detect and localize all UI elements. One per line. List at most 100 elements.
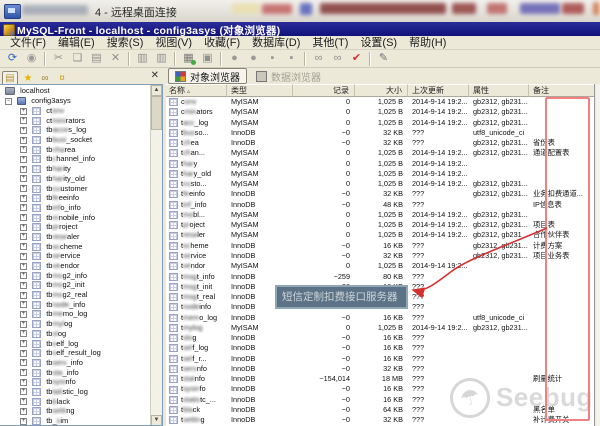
tree-item[interactable]: + tb_sim [0,416,150,426]
table-row[interactable]: tmobl... MyISAM 0 1,025 B 2014-9-14 19:2… [166,210,595,220]
table-row[interactable]: tstatnfo InnoDB ~154,014 18 MB ??? 刷量统计 [166,374,595,384]
expand-icon[interactable]: + [20,214,27,221]
table-row[interactable]: tsetting InnoDB ~0 32 KB ??? 补计费开关 [166,415,595,425]
expand-icon[interactable]: + [20,195,27,202]
menu-settings[interactable]: 设置(S) [354,36,403,50]
expand-icon[interactable]: + [20,185,27,192]
copy-icon[interactable]: ❏ [69,51,86,66]
table-row[interactable]: tbusso... InnoDB ~0 32 KB ??? utf8_unico… [166,128,595,138]
table-row[interactable]: tservice InnoDB ~0 32 KB ??? gb2312, gb2… [166,251,595,261]
refresh-icon[interactable]: ⟳ [4,51,21,66]
tree-item[interactable]: + tbchannel_info [0,154,150,164]
table-row[interactable]: conv MyISAM 0 1,025 B 2014-9-14 19:2... … [166,97,595,107]
import-icon[interactable]: ▥ [153,51,170,66]
tab-object-browser[interactable]: 对象浏览器 [168,68,247,84]
table-row[interactable]: tblack InnoDB ~0 64 KB ??? 黑名单 [166,405,595,415]
table-row[interactable]: tfeeinfo InnoDB ~0 32 KB ??? gb2312, gb2… [166,189,595,199]
expand-icon[interactable]: + [20,379,27,386]
expand-icon[interactable]: + [20,146,27,153]
expand-icon[interactable]: + [20,301,27,308]
object-b-icon[interactable]: ● [245,51,262,66]
scrollbar-thumb[interactable] [151,96,162,130]
tree-item[interactable]: + ctminirators [0,116,150,126]
expand-icon[interactable]: + [20,263,27,270]
tree-root-localhost[interactable]: localhost [0,86,150,96]
check-icon[interactable]: ✔ [348,51,365,66]
tree-item[interactable]: + tbcuustomer [0,184,150,194]
expand-icon[interactable]: + [20,117,27,124]
scroll-down-icon[interactable]: ▼ [151,415,162,426]
expand-icon[interactable]: + [20,233,27,240]
tree-item[interactable]: + tbself_result_log [0,348,150,358]
new-view-icon[interactable]: ▣ [199,51,216,66]
expand-icon[interactable]: + [20,418,27,425]
expand-icon[interactable]: + [20,272,27,279]
menu-file[interactable]: 文件(F) [4,36,52,50]
tree-item[interactable]: + tbbusi_socket [0,135,150,145]
expand-icon[interactable]: + [20,321,27,328]
tree-item[interactable]: + tbserv_info [0,358,150,368]
connect-icon[interactable]: ∞ [310,51,327,66]
tree-item[interactable]: + tbmsg2_real [0,290,150,300]
tree-item[interactable]: + tbmylog [0,319,150,329]
new-table-icon[interactable]: ▦ [180,51,197,66]
table-row[interactable]: tservnfo InnoDB ~0 32 KB ??? [166,364,595,374]
tree-item[interactable]: + tbsetting [0,406,150,416]
expand-icon[interactable]: + [20,204,27,211]
scroll-up-icon[interactable]: ▲ [151,85,162,96]
table-row[interactable]: tchan... MyISAM 0 1,025 B 2014-9-14 19:2… [166,148,595,158]
tree-item[interactable]: + tbfeeeinfo [0,193,150,203]
tree-item[interactable]: + tbnode_info [0,300,150,310]
expand-icon[interactable]: + [20,369,27,376]
expand-icon[interactable]: + [20,359,27,366]
expand-icon[interactable]: + [20,340,27,347]
table-row[interactable]: cminators MyISAM 0 1,025 B 2014-9-14 19:… [166,107,595,117]
tree-item[interactable]: + tbacces_log [0,125,150,135]
expand-icon[interactable]: + [20,253,27,260]
remote-desktop-bar[interactable]: 4 - 远程桌面连接 [0,0,600,23]
table-row[interactable]: tmsgt_info InnoDB ~259 80 KB ??? [166,272,595,282]
tree-item[interactable]: + tbmnobile_info [0,213,150,223]
disconnect-icon[interactable]: ∞ [329,51,346,66]
expand-icon[interactable]: + [20,243,27,250]
expand-icon[interactable]: + [20,127,27,134]
tree-item[interactable]: + tbharity [0,164,150,174]
expand-icon[interactable]: + [20,350,27,357]
table-row[interactable]: tmemo_log InnoDB ~0 16 KB ??? utf8_unico… [166,313,595,323]
table-row[interactable]: thary_old MyISAM 0 1,025 B 2014-9-14 19:… [166,169,595,179]
tree-item[interactable]: + tbmsg2_info [0,271,150,281]
table-row[interactable]: tstatistc_... InnoDB ~0 16 KB ??? [166,395,595,405]
table-row[interactable]: tmsgt_init InnoDB ~26 16 KB ??? [166,282,595,292]
menu-view[interactable]: 视图(V) [149,36,198,50]
column-header-attributes[interactable]: 属性 [469,84,529,97]
table-row[interactable]: thary MyISAM 0 1,025 B 2014-9-14 19:2... [166,159,595,169]
tree-item[interactable]: + tbslog [0,329,150,339]
column-header-comment[interactable]: 备注 [529,84,595,97]
tree-scrollbar[interactable]: ▲ ▼ [150,85,162,426]
object-d-icon[interactable]: ▪ [283,51,300,66]
column-header-size[interactable]: 大小 [355,84,408,97]
tree-item[interactable]: + tbsccheme [0,242,150,252]
table-row[interactable]: tmylog MyISAM 0 1,025 B 2014-9-14 19:2..… [166,323,595,333]
table-row[interactable]: tacc_log MyISAM 0 1,025 B 2014-9-14 19:2… [166,118,595,128]
export-icon[interactable]: ▥ [134,51,151,66]
tree-item[interactable]: + tbsta_info [0,368,150,378]
object-a-icon[interactable]: ● [226,51,243,66]
tree-item[interactable]: + tbprroject [0,222,150,232]
pen-icon[interactable]: ✎ [375,51,392,66]
menu-favorites[interactable]: 收藏(F) [198,36,246,50]
table-row[interactable]: tslog InnoDB ~0 16 KB ??? [166,333,595,343]
expand-icon[interactable]: + [20,388,27,395]
tree-item[interactable]: + tbseervice [0,251,150,261]
expand-icon[interactable]: + [20,292,27,299]
tree-item[interactable]: + ctonv [0,106,150,116]
table-row[interactable]: tnodeinfo InnoDB ~0 16 KB ??? [166,302,595,312]
paste-icon[interactable]: ▤ [88,51,105,66]
tree-item[interactable]: + tbblack [0,397,150,407]
table-row[interactable]: tmsgt_real InnoDB ~0 16 KB ??? [166,292,595,302]
column-header-updated[interactable]: 上次更新 [408,84,469,97]
menu-edit[interactable]: 编辑(E) [52,36,101,50]
tree-item[interactable]: + tbmsg2_init [0,280,150,290]
menu-help[interactable]: 帮助(H) [403,36,452,50]
expand-icon[interactable]: + [20,408,27,415]
